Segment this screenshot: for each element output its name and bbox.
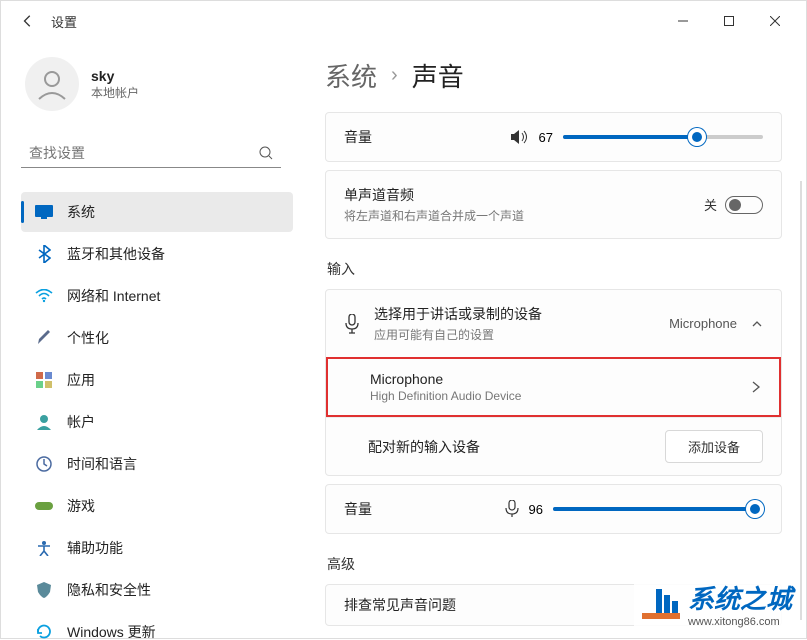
nav-label: 网络和 Internet (67, 286, 160, 306)
troubleshoot-label: 排查常见声音问题 (344, 597, 456, 613)
nav-item-account[interactable]: 帐户 (21, 402, 293, 442)
watermark-url: www.xitong86.com (688, 616, 792, 628)
maximize-icon (724, 16, 734, 26)
watermark: 系统之城 www.xitong86.com (634, 575, 800, 632)
nav-item-privacy[interactable]: 隐私和安全性 (21, 570, 293, 610)
accessibility-icon (35, 539, 53, 557)
nav-item-apps[interactable]: 应用 (21, 360, 293, 400)
input-device-card: 选择用于讲话或录制的设备 应用可能有自己的设置 Microphone Micro… (325, 289, 782, 476)
scrollbar[interactable] (800, 181, 802, 620)
device-sub: High Definition Audio Device (370, 389, 521, 403)
user-subtitle: 本地帐户 (91, 84, 139, 101)
update-icon (35, 623, 53, 640)
breadcrumb: 系统 › 声音 (325, 57, 782, 94)
nav-label: 游戏 (67, 496, 95, 516)
search-input[interactable] (29, 145, 259, 161)
input-volume-slider[interactable] (553, 507, 763, 511)
mono-audio-card[interactable]: 单声道音频 将左声道和右声道合并成一个声道 关 (325, 170, 782, 239)
search-icon (259, 146, 273, 160)
minimize-button[interactable] (660, 5, 706, 37)
arrow-left-icon (21, 14, 35, 28)
window-title: 设置 (51, 12, 77, 31)
account-icon (35, 413, 53, 431)
selected-input: Microphone (669, 316, 737, 331)
output-volume-slider[interactable] (563, 135, 763, 139)
nav-label: Windows 更新 (67, 622, 156, 640)
output-volume-card: 音量 67 (325, 112, 782, 162)
nav-item-gaming[interactable]: 游戏 (21, 486, 293, 526)
device-name: Microphone (370, 371, 521, 387)
input-section-header: 输入 (327, 259, 782, 279)
minimize-icon (678, 16, 688, 26)
watermark-icon (642, 587, 680, 621)
nav-item-network[interactable]: 网络和 Internet (21, 276, 293, 316)
chevron-right-icon (751, 380, 761, 394)
input-volume-value: 96 (529, 502, 543, 517)
mono-toggle[interactable] (725, 196, 763, 214)
output-volume-value: 67 (539, 130, 553, 145)
pair-input-row: 配对新的输入设备 添加设备 (326, 417, 781, 475)
chevron-right-icon: › (391, 64, 398, 87)
nav-label: 应用 (67, 370, 95, 390)
user-block[interactable]: sky 本地帐户 (21, 57, 293, 111)
bluetooth-icon (35, 245, 53, 263)
sidebar: sky 本地帐户 系统 蓝牙和其他设备 网络和 Internet (1, 41, 301, 640)
pair-label: 配对新的输入设备 (368, 437, 480, 457)
titlebar: 设置 (1, 1, 806, 41)
breadcrumb-current: 声音 (412, 57, 464, 94)
mono-sub: 将左声道和右声道合并成一个声道 (344, 207, 524, 224)
wifi-icon (35, 287, 53, 305)
nav-list: 系统 蓝牙和其他设备 网络和 Internet 个性化 应用 帐户 (21, 192, 293, 640)
input-volume-card: 音量 96 (325, 484, 782, 534)
close-icon (770, 16, 780, 26)
shield-icon (35, 581, 53, 599)
breadcrumb-parent[interactable]: 系统 (325, 57, 377, 94)
content: 系统 › 声音 音量 67 单声道音频 (301, 41, 806, 640)
choose-input-sub: 应用可能有自己的设置 (374, 326, 542, 343)
nav-label: 帐户 (67, 412, 95, 432)
nav-item-time[interactable]: 时间和语言 (21, 444, 293, 484)
mono-state: 关 (704, 195, 717, 214)
close-button[interactable] (752, 5, 798, 37)
person-icon (35, 67, 69, 101)
nav-item-system[interactable]: 系统 (21, 192, 293, 232)
microphone-icon (505, 500, 519, 518)
watermark-text: 系统之城 (688, 579, 792, 616)
avatar (25, 57, 79, 111)
nav-label: 蓝牙和其他设备 (67, 244, 165, 264)
add-device-button[interactable]: 添加设备 (665, 430, 763, 463)
nav-label: 时间和语言 (67, 454, 137, 474)
mono-title: 单声道音频 (344, 185, 524, 205)
system-icon (35, 203, 53, 221)
search-box[interactable] (21, 139, 281, 168)
apps-icon (35, 371, 53, 389)
gaming-icon (35, 497, 53, 515)
microphone-icon (344, 314, 360, 334)
chevron-up-icon (751, 318, 763, 330)
choose-input-title: 选择用于讲话或录制的设备 (374, 304, 542, 324)
nav-label: 隐私和安全性 (67, 580, 151, 600)
nav-label: 系统 (67, 202, 95, 222)
nav-label: 个性化 (67, 328, 109, 348)
clock-globe-icon (35, 455, 53, 473)
output-volume-label: 音量 (344, 127, 372, 147)
speaker-icon (511, 129, 529, 145)
back-button[interactable] (21, 14, 35, 28)
brush-icon (35, 329, 53, 347)
nav-label: 辅助功能 (67, 538, 123, 558)
advanced-section-header: 高级 (327, 554, 782, 574)
user-name: sky (91, 68, 139, 84)
choose-input-row[interactable]: 选择用于讲话或录制的设备 应用可能有自己的设置 Microphone (326, 290, 781, 357)
nav-item-accessibility[interactable]: 辅助功能 (21, 528, 293, 568)
input-volume-label: 音量 (344, 499, 372, 519)
nav-item-update[interactable]: Windows 更新 (21, 612, 293, 640)
microphone-device-row[interactable]: Microphone High Definition Audio Device (326, 357, 781, 417)
nav-item-personalize[interactable]: 个性化 (21, 318, 293, 358)
maximize-button[interactable] (706, 5, 752, 37)
nav-item-bluetooth[interactable]: 蓝牙和其他设备 (21, 234, 293, 274)
